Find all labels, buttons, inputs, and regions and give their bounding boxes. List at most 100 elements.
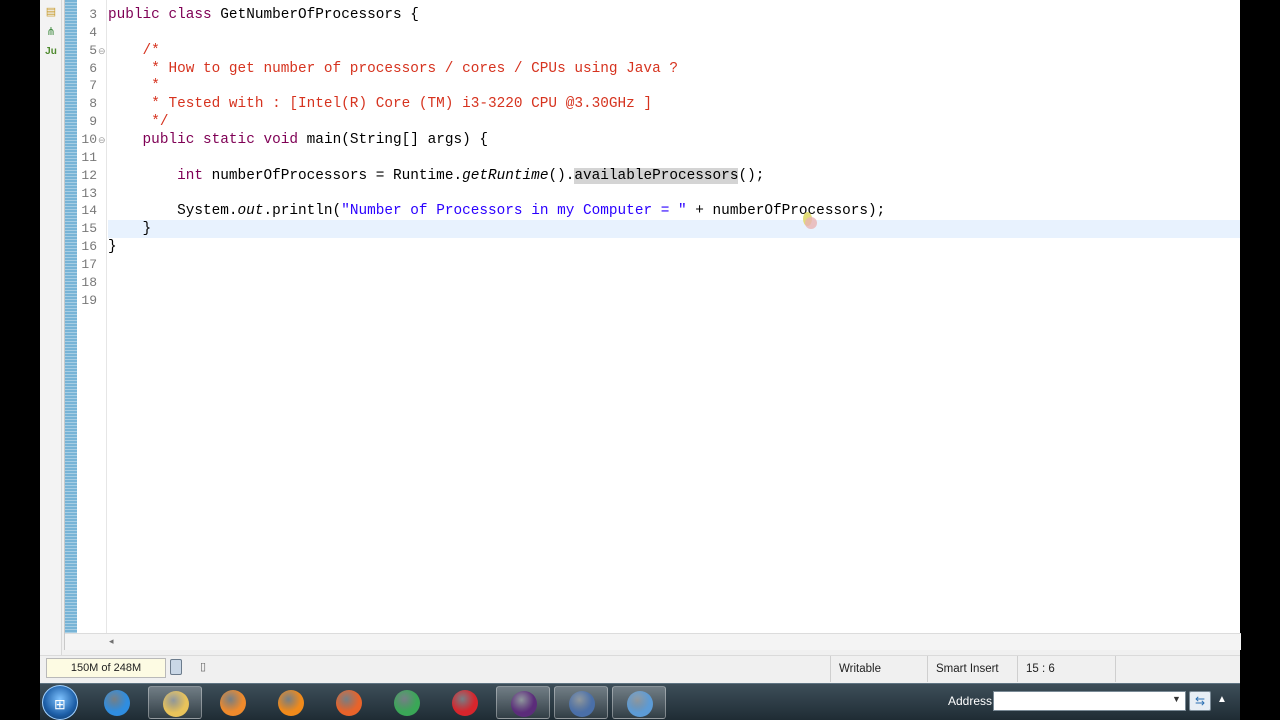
internet-explorer-icon bbox=[104, 690, 130, 716]
taskbar-button[interactable] bbox=[206, 686, 260, 719]
chevron-down-icon[interactable]: ▼ bbox=[1172, 694, 1181, 704]
code-token: availableProcessors bbox=[574, 167, 739, 184]
code-line[interactable]: } bbox=[108, 238, 1240, 256]
code-token: public bbox=[142, 131, 195, 148]
code-token: out bbox=[237, 203, 264, 220]
code-line[interactable] bbox=[108, 24, 1240, 42]
line-number-gutter: 3 4 5 ⊖ 6 7 8 9 10 ⊖ 11 12 13 14 15 16 17 18 19 bbox=[77, 0, 107, 633]
horizontal-scrollbar[interactable]: ◂ bbox=[65, 633, 1241, 650]
fold-toggle-icon[interactable]: ⊖ bbox=[98, 131, 107, 149]
left-trim-bar: ▤ ⋔ Ju bbox=[40, 0, 62, 655]
code-line[interactable]: */ bbox=[108, 113, 1240, 131]
address-label: Address bbox=[948, 694, 993, 708]
taskbar-button[interactable] bbox=[612, 686, 666, 719]
status-spacer bbox=[1115, 656, 1240, 682]
code-token: } bbox=[108, 221, 152, 238]
code-token: (); bbox=[738, 167, 765, 184]
show-hidden-icons-icon[interactable]: ▲ bbox=[1217, 694, 1227, 705]
code-line[interactable]: public static void main(String[] args) { bbox=[108, 131, 1240, 149]
garbage-collect-icon[interactable] bbox=[170, 659, 182, 675]
taskbar-button[interactable] bbox=[496, 686, 550, 719]
java-editor[interactable]: 3 4 5 ⊖ 6 7 8 9 10 ⊖ 11 12 13 14 15 16 17 18 19 public cla… bbox=[64, 0, 1241, 650]
code-token: * bbox=[151, 78, 160, 95]
junit-icon[interactable]: Ju bbox=[43, 44, 59, 60]
code-token: + numberOfProcessors); bbox=[686, 203, 886, 220]
address-input[interactable] bbox=[993, 691, 1186, 711]
code-token: System. bbox=[108, 203, 238, 220]
status-bar: 150M of 248M ▯ Writable Smart Insert 15 … bbox=[40, 655, 1240, 683]
line-number: 10 bbox=[81, 131, 97, 147]
code-line[interactable] bbox=[108, 256, 1240, 274]
code-token: GetNumberOfProcessors { bbox=[211, 7, 419, 23]
code-line[interactable]: int numberOfProcessors = Runtime.getRunt… bbox=[108, 167, 1240, 185]
start-button[interactable]: ⊞ bbox=[42, 685, 78, 720]
code-line[interactable]: public class GetNumberOfProcessors { bbox=[108, 6, 1240, 24]
junit-label: Ju bbox=[45, 46, 57, 57]
firefox-icon bbox=[336, 690, 362, 716]
quick-access-icon[interactable]: ▯ bbox=[200, 660, 212, 674]
code-token: * Tested with : [Intel(R) Core (TM) i3-3… bbox=[151, 96, 653, 113]
code-line[interactable] bbox=[108, 274, 1240, 292]
heap-status[interactable]: 150M of 248M bbox=[46, 658, 166, 678]
line-number: 9 bbox=[89, 114, 97, 130]
hierarchy-icon[interactable]: ⋔ bbox=[43, 24, 59, 40]
media-player-icon bbox=[220, 690, 246, 716]
overview-ruler bbox=[65, 0, 77, 633]
code-line[interactable]: /* bbox=[108, 42, 1240, 60]
scroll-left-icon[interactable]: ◂ bbox=[109, 636, 114, 647]
package-explorer-icon[interactable]: ▤ bbox=[43, 4, 59, 20]
code-token: } bbox=[108, 239, 117, 256]
line-number: 19 bbox=[81, 292, 97, 308]
taskbar-button[interactable] bbox=[438, 686, 492, 719]
code-token: void bbox=[263, 131, 299, 148]
code-line[interactable]: } bbox=[108, 220, 1240, 239]
code-token: public bbox=[108, 7, 160, 23]
code-line[interactable] bbox=[108, 292, 1240, 310]
code-line[interactable]: System.out.println("Number of Processors… bbox=[108, 202, 1240, 220]
code-token: */ bbox=[151, 114, 169, 131]
taskbar-button[interactable] bbox=[148, 686, 202, 719]
code-token: * How to get number of processors / core… bbox=[151, 60, 678, 77]
click-indicator bbox=[805, 217, 817, 229]
line-number: 4 bbox=[89, 24, 97, 40]
line-number: 13 bbox=[81, 185, 97, 201]
vlc-icon bbox=[278, 690, 304, 716]
code-token: /* bbox=[142, 42, 160, 59]
code-line[interactable] bbox=[108, 149, 1240, 167]
taskbar-button[interactable] bbox=[90, 686, 144, 719]
line-number: 3 bbox=[89, 7, 97, 22]
insert-mode-status: Smart Insert bbox=[927, 656, 1022, 682]
code-token: static bbox=[203, 131, 255, 148]
address-go-button[interactable]: ⇆ bbox=[1189, 691, 1211, 711]
line-number: 6 bbox=[89, 60, 97, 76]
windows-taskbar: ⊞ Address ▼ ⇆ ▲ bbox=[40, 683, 1240, 720]
taskbar-button[interactable] bbox=[264, 686, 318, 719]
line-number: 12 bbox=[81, 167, 97, 183]
windows-logo-icon: ⊞ bbox=[54, 696, 66, 712]
taskbar-button[interactable] bbox=[380, 686, 434, 719]
code-token: .println( bbox=[263, 203, 342, 220]
fold-toggle-icon[interactable]: ⊖ bbox=[98, 42, 107, 60]
code-line[interactable] bbox=[108, 185, 1240, 203]
taskbar-button[interactable] bbox=[322, 686, 376, 719]
code-line[interactable]: * How to get number of processors / core… bbox=[108, 60, 1240, 78]
code-token: getRuntime bbox=[462, 167, 549, 184]
line-number: 8 bbox=[89, 96, 97, 112]
code-line[interactable]: * bbox=[108, 77, 1240, 95]
eclipse-window: ▤ ⋔ Ju 3 4 5 ⊖ 6 7 8 9 10 ⊖ 11 12 13 14 15 16 17 18 19 pub… bbox=[40, 0, 1241, 683]
line-number: 15 bbox=[81, 221, 97, 237]
code-line[interactable]: * Tested with : [Intel(R) Core (TM) i3-3… bbox=[108, 95, 1240, 113]
remote-desktop-icon bbox=[627, 691, 653, 717]
taskbar-button[interactable] bbox=[554, 686, 608, 719]
code-token: class bbox=[168, 7, 212, 23]
chrome-icon bbox=[394, 690, 420, 716]
cursor-position-status: 15 : 6 bbox=[1017, 656, 1112, 682]
code-area[interactable]: public class GetNumberOfProcessors { /* … bbox=[108, 0, 1240, 633]
